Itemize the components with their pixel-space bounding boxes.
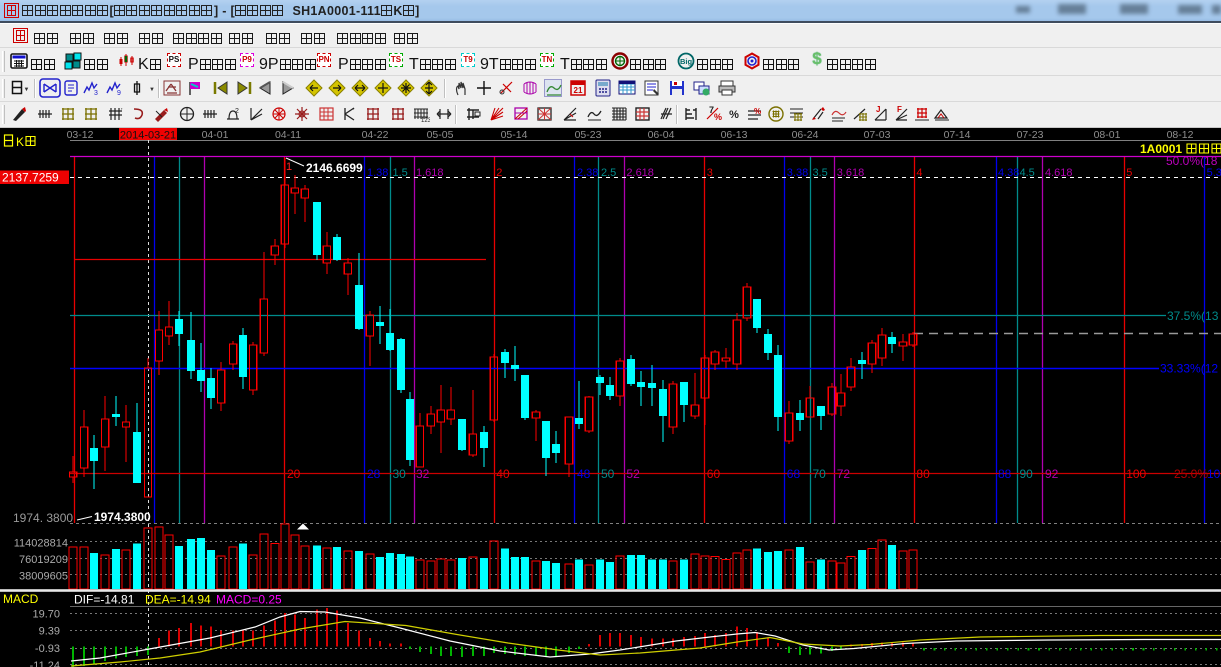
svg-text:30: 30 xyxy=(393,467,407,481)
svg-text:76019209: 76019209 xyxy=(19,554,68,566)
svg-text:37.5%(13: 37.5%(13 xyxy=(1167,309,1219,323)
svg-text:68: 68 xyxy=(787,467,801,481)
svg-text:K: K xyxy=(16,135,24,149)
svg-text:38009605: 38009605 xyxy=(19,570,68,582)
svg-text:06-24: 06-24 xyxy=(792,129,819,141)
svg-text:50.0%(18: 50.0%(18 xyxy=(1166,154,1218,168)
svg-text:48: 48 xyxy=(577,467,591,481)
svg-text:80: 80 xyxy=(916,467,930,481)
svg-text:06-04: 06-04 xyxy=(648,129,675,141)
svg-text:100: 100 xyxy=(1126,467,1146,481)
svg-text:40: 40 xyxy=(496,467,510,481)
svg-text:25.0%: 25.0% xyxy=(1174,467,1208,481)
svg-text:-0.93: -0.93 xyxy=(35,643,60,655)
svg-text:2: 2 xyxy=(235,108,239,115)
svg-text:3.5: 3.5 xyxy=(813,167,828,179)
svg-text:9.39: 9.39 xyxy=(39,626,60,638)
svg-text:2146.6699: 2146.6699 xyxy=(306,161,363,175)
svg-text:04-22: 04-22 xyxy=(362,129,389,141)
svg-text:32: 32 xyxy=(416,467,430,481)
svg-text:21: 21 xyxy=(574,86,583,95)
svg-text:33.33%(12: 33.33%(12 xyxy=(1160,362,1218,376)
svg-text:3.38: 3.38 xyxy=(787,167,808,179)
svg-text:2.5: 2.5 xyxy=(601,167,616,179)
svg-text:50: 50 xyxy=(601,467,615,481)
svg-text:1.618: 1.618 xyxy=(416,167,444,179)
svg-text:06-13: 06-13 xyxy=(721,129,748,141)
svg-text:’: ’ xyxy=(121,108,123,115)
svg-text:2.38: 2.38 xyxy=(577,167,598,179)
svg-text:07-03: 07-03 xyxy=(864,129,891,141)
svg-text:3: 3 xyxy=(94,90,98,97)
svg-text:3: 3 xyxy=(707,167,713,179)
svg-text:4.38: 4.38 xyxy=(998,167,1019,179)
svg-text:5.38: 5.38 xyxy=(1207,167,1221,179)
svg-text:04-01: 04-01 xyxy=(202,129,229,141)
svg-text:1.38: 1.38 xyxy=(367,167,388,179)
svg-text:07-23: 07-23 xyxy=(1017,129,1044,141)
svg-text:08-12: 08-12 xyxy=(1167,129,1194,141)
svg-text:52: 52 xyxy=(626,467,640,481)
svg-text:2: 2 xyxy=(496,167,502,179)
svg-text:4.5: 4.5 xyxy=(1020,167,1035,179)
svg-text:05-23: 05-23 xyxy=(575,129,602,141)
svg-text:DEA=-14.94: DEA=-14.94 xyxy=(145,593,211,607)
svg-text:05-05: 05-05 xyxy=(427,129,454,141)
svg-text:1: 1 xyxy=(286,161,292,173)
svg-text:2137.7259: 2137.7259 xyxy=(2,171,59,185)
svg-text:92: 92 xyxy=(1045,467,1059,481)
svg-text:05-14: 05-14 xyxy=(501,129,528,141)
svg-text:4: 4 xyxy=(916,167,922,179)
svg-text:DIF=-14.81: DIF=-14.81 xyxy=(74,593,135,607)
svg-text:%: % xyxy=(754,107,761,116)
svg-text:108: 108 xyxy=(1207,467,1221,481)
svg-text:88: 88 xyxy=(998,467,1012,481)
svg-text:’: ’ xyxy=(353,108,355,115)
svg-text:08-01: 08-01 xyxy=(1094,129,1121,141)
svg-text:-11.24: -11.24 xyxy=(30,660,60,667)
svg-text:03-12: 03-12 xyxy=(67,129,94,141)
svg-text:2.618: 2.618 xyxy=(626,167,654,179)
svg-text:04-11: 04-11 xyxy=(275,129,301,141)
svg-text:1.5: 1.5 xyxy=(393,167,408,179)
svg-text:MACD: MACD xyxy=(3,592,39,606)
svg-text:%: % xyxy=(729,109,739,121)
svg-text:7: 7 xyxy=(709,105,714,115)
svg-text:1974.3800: 1974.3800 xyxy=(94,510,151,524)
svg-text:123: 123 xyxy=(421,118,430,123)
svg-text:70: 70 xyxy=(813,467,827,481)
svg-text:19.70: 19.70 xyxy=(32,609,60,621)
svg-text:J: J xyxy=(876,105,880,114)
svg-text:3.618: 3.618 xyxy=(837,167,865,179)
svg-text:MACD=0.25: MACD=0.25 xyxy=(216,593,282,607)
svg-text:Big: Big xyxy=(680,57,693,66)
svg-text:60: 60 xyxy=(707,467,721,481)
svg-text:07-14: 07-14 xyxy=(944,129,971,141)
svg-text:90: 90 xyxy=(1020,467,1034,481)
svg-text:5: 5 xyxy=(1126,167,1132,179)
svg-text:2014-03-21: 2014-03-21 xyxy=(120,130,176,142)
svg-text:9: 9 xyxy=(117,90,121,97)
svg-text:%: % xyxy=(714,112,722,122)
svg-text:20: 20 xyxy=(287,467,301,481)
svg-text:28: 28 xyxy=(367,467,381,481)
svg-text:72: 72 xyxy=(837,467,851,481)
svg-text:114028814: 114028814 xyxy=(14,537,68,549)
svg-text:F: F xyxy=(897,105,902,114)
svg-text:4.618: 4.618 xyxy=(1045,167,1073,179)
svg-text:1974. 3800: 1974. 3800 xyxy=(13,511,73,525)
